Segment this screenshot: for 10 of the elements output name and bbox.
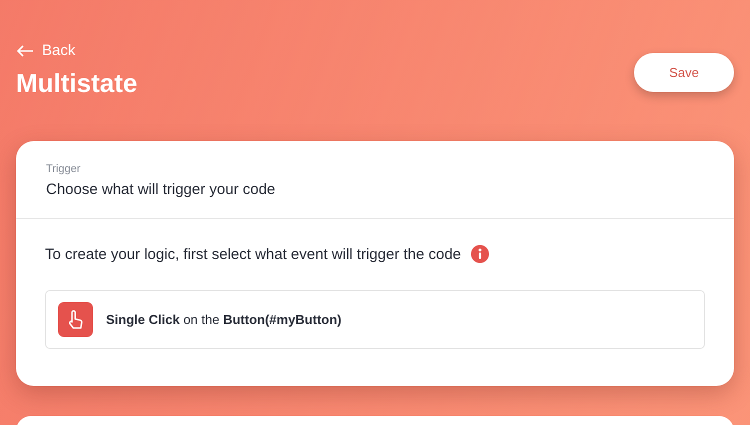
card-eyebrow: Trigger bbox=[46, 163, 82, 175]
description-text: To create your logic, first select what event will trigger the code bbox=[45, 246, 462, 262]
hand-pointer-icon bbox=[58, 302, 93, 337]
arrow-left-icon bbox=[16, 44, 34, 56]
back-link[interactable]: Back bbox=[16, 42, 138, 59]
page-title: Multistate bbox=[16, 68, 138, 99]
save-button[interactable]: Save bbox=[634, 53, 734, 92]
trigger-item[interactable]: Single Click on the Button(#myButton) bbox=[45, 290, 705, 349]
info-icon[interactable] bbox=[471, 245, 490, 263]
card-title: Choose what will trigger your code bbox=[46, 181, 276, 198]
